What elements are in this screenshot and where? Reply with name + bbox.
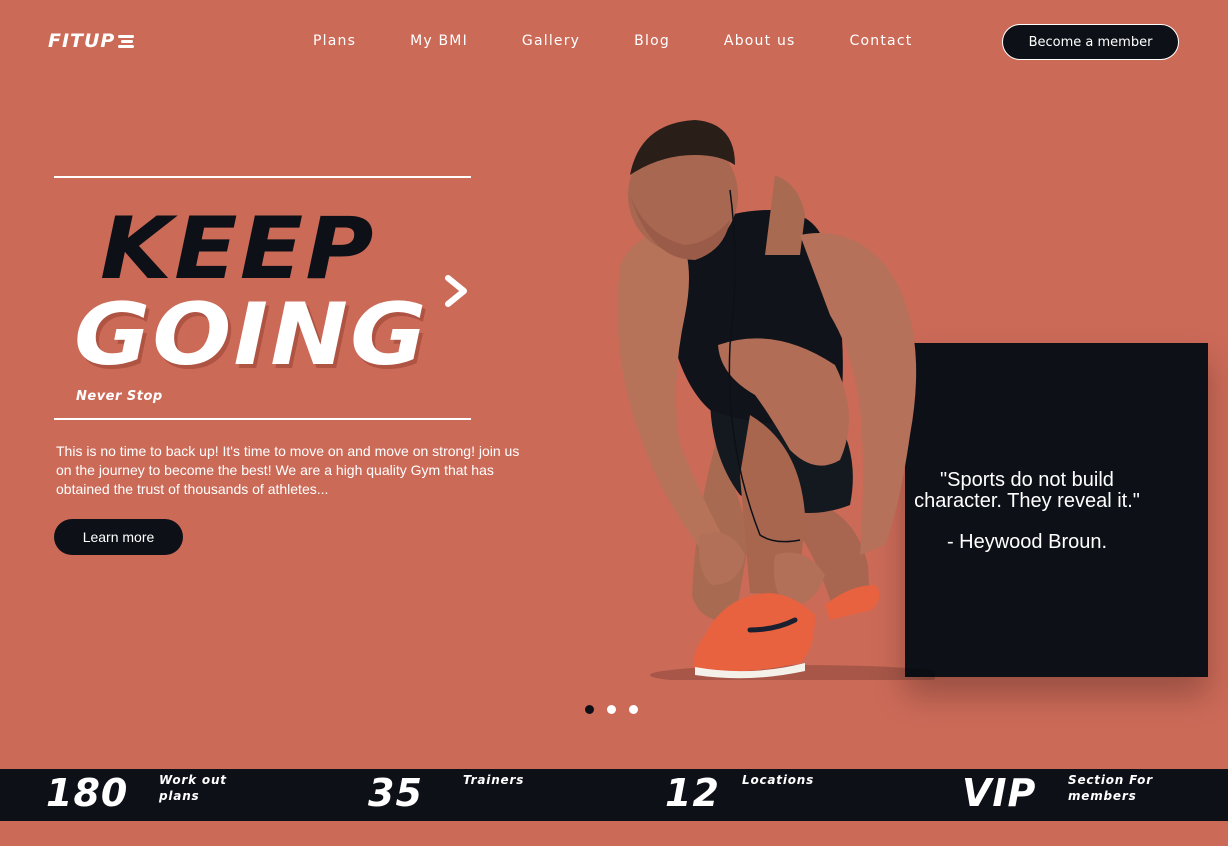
headline-top-divider: [54, 176, 471, 178]
logo-mark-icon: [118, 34, 135, 48]
quote-block: "Sports do not build character. They rev…: [896, 470, 1158, 553]
tagline: Never Stop: [76, 389, 163, 404]
stat-label: Section For members: [1068, 773, 1153, 803]
headline-bottom-divider: [54, 418, 471, 420]
stat-number: 35: [368, 771, 423, 815]
stat-label: Work out plans: [159, 773, 227, 803]
nav-item-my-bmi[interactable]: My BMI: [410, 33, 468, 49]
chevron-right-icon[interactable]: [442, 274, 472, 308]
stat-label: Locations: [742, 773, 815, 787]
stat-number: 180: [46, 771, 129, 815]
athlete-image: [617, 120, 935, 680]
carousel-dot[interactable]: [607, 705, 616, 714]
nav-item-contact[interactable]: Contact: [850, 33, 913, 49]
quote-text: "Sports do not build character. They rev…: [914, 469, 1140, 512]
stat-number: VIP: [962, 771, 1037, 815]
headline-going: GOING: [74, 285, 429, 385]
brand-logo[interactable]: FITUP: [48, 30, 135, 52]
become-member-button[interactable]: Become a member: [1002, 24, 1179, 60]
carousel-dot[interactable]: [585, 705, 594, 714]
stat-number: 12: [665, 771, 720, 815]
stat-label: Trainers: [463, 773, 525, 787]
stats-bar: 180 Work out plans 35 Trainers 12 Locati…: [0, 769, 1228, 821]
logo-text: FITUP: [48, 30, 116, 52]
learn-more-button[interactable]: Learn more: [54, 519, 183, 555]
carousel-dots: [585, 705, 638, 714]
hero-description: This is no time to back up! It's time to…: [56, 443, 520, 497]
carousel-dot[interactable]: [629, 705, 638, 714]
main-nav: Plans My BMI Gallery Blog About us Conta…: [313, 33, 912, 49]
nav-item-blog[interactable]: Blog: [634, 33, 670, 49]
quote-author: - Heywood Broun.: [946, 531, 1108, 553]
nav-item-gallery[interactable]: Gallery: [522, 33, 580, 49]
nav-item-about-us[interactable]: About us: [724, 33, 796, 49]
nav-item-plans[interactable]: Plans: [313, 33, 356, 49]
headline-keep: KEEP: [100, 199, 376, 299]
